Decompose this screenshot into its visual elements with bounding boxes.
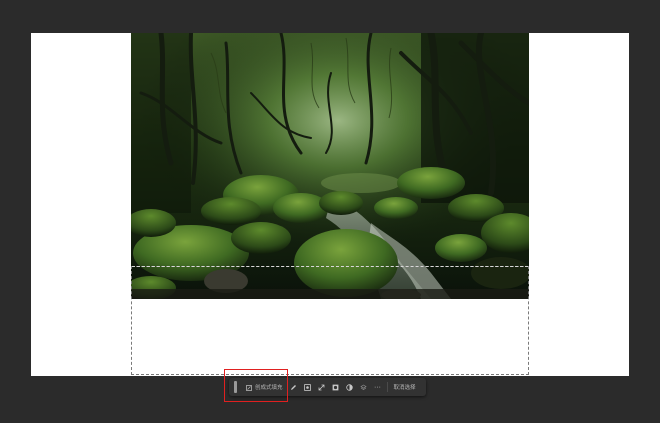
select-subject-icon[interactable]	[301, 380, 315, 394]
pencil-icon[interactable]	[287, 380, 301, 394]
contextual-task-bar: 创成式填充 ··· 取消选择	[229, 378, 426, 396]
more-icon[interactable]: ···	[371, 380, 385, 394]
forest-image	[131, 33, 529, 299]
mask-icon[interactable]	[329, 380, 343, 394]
generative-fill-button[interactable]: 创成式填充	[244, 380, 287, 394]
drag-handle[interactable]	[234, 381, 237, 393]
transform-icon[interactable]	[315, 380, 329, 394]
toolbar-separator	[386, 382, 388, 392]
adjustment-icon[interactable]	[343, 380, 357, 394]
layer-icon[interactable]	[357, 380, 371, 394]
deselect-button[interactable]: 取消选择	[394, 383, 416, 391]
forest-photo-layer[interactable]	[131, 33, 529, 299]
generative-fill-icon	[246, 378, 252, 396]
generative-fill-label: 创成式填充	[255, 385, 283, 391]
more-label: ···	[374, 383, 382, 391]
